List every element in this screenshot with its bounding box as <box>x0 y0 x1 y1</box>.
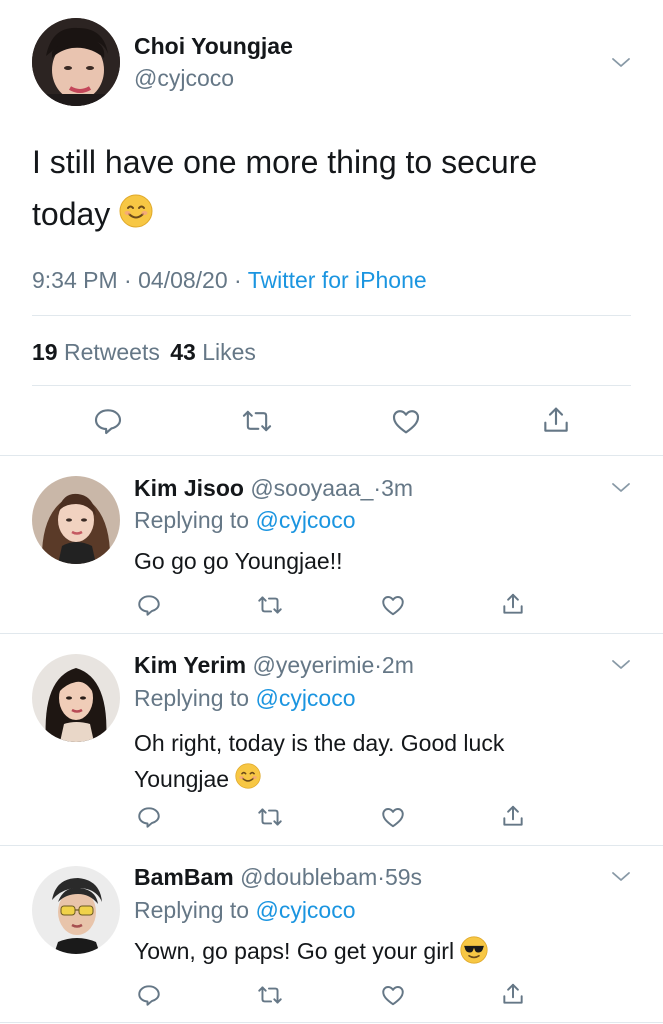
reply-author-name[interactable]: Kim Yerim <box>134 652 246 678</box>
reply-age: 3m <box>381 475 414 501</box>
replying-to-label: Replying to <box>134 897 250 923</box>
reply-text: Go go go Youngjae!! <box>134 548 343 574</box>
replying-to-handle[interactable]: @cyjcoco <box>255 685 355 711</box>
reply-header: Kim Yerim @yeyerimie·2m <box>134 652 414 679</box>
dot-separator: · <box>374 652 382 678</box>
author-handle[interactable]: @cyjcoco <box>134 65 234 92</box>
smiling-face-emoji <box>119 191 153 243</box>
tweet-text-content: I still have one more thing to secure to… <box>32 144 538 232</box>
reply-icon[interactable] <box>136 804 162 830</box>
reply-author-handle[interactable]: @doublebam <box>240 864 377 890</box>
meta-separator: · <box>124 267 132 293</box>
chevron-down-icon[interactable] <box>609 476 633 500</box>
tweet-source-link[interactable]: Twitter for iPhone <box>248 267 427 293</box>
reply-header: Kim Jisoo @sooyaaa_·3m <box>134 475 413 502</box>
reply-age: 2m <box>381 652 414 678</box>
reply-text: Yown, go paps! Go get your girl <box>134 936 489 970</box>
reply-age: 59s <box>384 864 423 890</box>
avatar-kim-yerim[interactable] <box>32 654 120 742</box>
reply-author-name[interactable]: BamBam <box>134 864 234 890</box>
avatar-choi-youngjae[interactable] <box>32 18 120 106</box>
share-icon[interactable] <box>500 803 526 829</box>
replying-to-handle[interactable]: @cyjcoco <box>255 507 355 533</box>
reply-author-handle[interactable]: @sooyaaa_ <box>250 475 373 501</box>
avatar-bambam[interactable] <box>32 866 120 954</box>
divider <box>32 315 631 316</box>
tweet-date: 04/08/20 <box>138 267 228 293</box>
reply-author-handle[interactable]: @yeyerimie <box>252 652 374 678</box>
likes-count[interactable]: 43 <box>170 339 196 365</box>
sunglasses-face-emoji <box>460 936 489 970</box>
like-icon[interactable] <box>380 804 406 830</box>
like-icon[interactable] <box>380 592 406 618</box>
dot-separator: · <box>377 864 385 890</box>
retweets-count[interactable]: 19 <box>32 339 58 365</box>
smiling-face-emoji <box>235 763 262 799</box>
retweet-icon[interactable] <box>256 592 284 618</box>
replying-to-label: Replying to <box>134 507 250 533</box>
likes-label[interactable]: Likes <box>202 339 256 365</box>
reply-text-line: Youngjae <box>134 761 614 799</box>
reply-icon[interactable] <box>92 405 124 437</box>
like-icon[interactable] <box>380 982 406 1008</box>
reply-header: BamBam @doublebam·59s <box>134 864 422 891</box>
retweet-icon[interactable] <box>240 405 274 437</box>
retweet-icon[interactable] <box>256 804 284 830</box>
tweet-text: I still have one more thing to secure to… <box>32 136 612 243</box>
meta-separator: · <box>234 267 242 293</box>
chevron-down-icon[interactable] <box>609 51 633 75</box>
retweets-label[interactable]: Retweets <box>64 339 160 365</box>
replying-to-handle[interactable]: @cyjcoco <box>255 897 355 923</box>
dot-separator: · <box>373 475 382 501</box>
share-icon[interactable] <box>540 404 572 436</box>
reply-text-line: Oh right, today is the day. Good luck <box>134 730 505 756</box>
reply-author-name[interactable]: Kim Jisoo <box>134 475 244 501</box>
share-icon[interactable] <box>500 591 526 617</box>
reply-text-content: Youngjae <box>134 766 230 792</box>
divider <box>0 1022 663 1023</box>
reply-icon[interactable] <box>136 592 162 618</box>
like-icon[interactable] <box>390 405 422 437</box>
chevron-down-icon[interactable] <box>609 865 633 889</box>
avatar-kim-jisoo[interactable] <box>32 476 120 564</box>
divider <box>0 845 663 846</box>
tweet-time: 9:34 PM <box>32 267 118 293</box>
tweet-stats: 19 Retweets 43 Likes <box>32 339 256 366</box>
replying-to-label: Replying to <box>134 685 250 711</box>
divider <box>0 633 663 634</box>
divider <box>32 385 631 386</box>
author-name[interactable]: Choi Youngjae <box>134 33 293 60</box>
tweet-meta: 9:34 PM · 04/08/20 · Twitter for iPhone <box>32 267 427 294</box>
reply-icon[interactable] <box>136 982 162 1008</box>
divider <box>0 455 663 456</box>
reply-text-content: Yown, go paps! Go get your girl <box>134 938 455 965</box>
retweet-icon[interactable] <box>256 982 284 1008</box>
share-icon[interactable] <box>500 981 526 1007</box>
replying-to: Replying to @cyjcoco <box>134 897 356 924</box>
replying-to: Replying to @cyjcoco <box>134 685 356 712</box>
reply-text: Oh right, today is the day. Good luck Yo… <box>134 725 614 799</box>
chevron-down-icon[interactable] <box>609 653 633 677</box>
replying-to: Replying to @cyjcoco <box>134 507 356 534</box>
